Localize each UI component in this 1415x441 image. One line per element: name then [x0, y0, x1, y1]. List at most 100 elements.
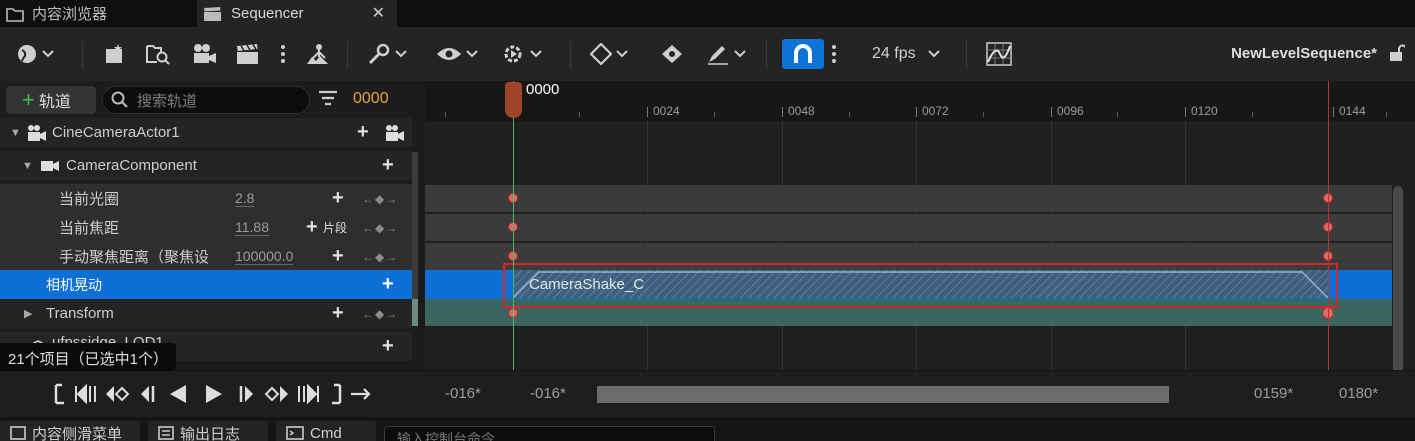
- lock-button[interactable]: [1389, 44, 1407, 65]
- section-label: 片段: [323, 221, 348, 235]
- add-key-button[interactable]: +: [332, 246, 344, 266]
- camera-component-icon: [41, 161, 59, 171]
- timeline-row-aperture[interactable]: [425, 185, 1392, 212]
- status-bar: 内容侧滑菜单 输出日志 Cmd 输入控制台命令: [0, 417, 1415, 441]
- track-row-manual-focus[interactable]: 手动聚焦距离（聚焦设 100000.0 + ←◆→: [0, 242, 412, 271]
- add-subtrack-button[interactable]: +: [357, 122, 369, 142]
- actors-button[interactable]: [304, 39, 334, 69]
- close-tab-icon[interactable]: ✕: [372, 3, 385, 23]
- working-end-field[interactable]: 0159*: [1254, 385, 1293, 402]
- track-area[interactable]: [425, 121, 1415, 370]
- timeline-vertical-scrollbar[interactable]: [1393, 186, 1403, 370]
- timeline-area[interactable]: 0024 0048 0072 0096 0120 0144 CameraShak…: [425, 81, 1415, 370]
- track-row-transform[interactable]: ▶ Transform + ←◆→: [0, 299, 412, 328]
- key-navigation-icons[interactable]: ←◆→: [362, 250, 398, 264]
- tools-menu-button[interactable]: [367, 39, 407, 69]
- play-reverse-icon[interactable]: [168, 383, 188, 405]
- key-options-button[interactable]: [590, 39, 628, 69]
- outliner-scrollbar-thumb[interactable]: [412, 299, 418, 326]
- playhead-handle[interactable]: [505, 82, 522, 118]
- ruler-tick: [1051, 107, 1052, 117]
- camera-button[interactable]: [192, 39, 218, 69]
- track-row-cameracomponent[interactable]: ▼ CameraComponent +: [0, 151, 412, 180]
- track-value[interactable]: 100000.0: [235, 249, 294, 265]
- view-end-field[interactable]: 0180*: [1339, 385, 1378, 402]
- playback-end-marker[interactable]: [1328, 81, 1329, 370]
- add-section-button[interactable]: +: [306, 217, 318, 237]
- working-start-field[interactable]: -016*: [530, 385, 566, 402]
- next-key-icon[interactable]: [264, 383, 290, 405]
- jump-to-end-icon[interactable]: [330, 383, 344, 405]
- save-button[interactable]: [104, 39, 126, 69]
- playhead-line[interactable]: [513, 81, 514, 370]
- track-row-cinecameraactor[interactable]: ▼ CineCameraActor1 +: [0, 118, 412, 147]
- track-value[interactable]: 2.8: [235, 191, 255, 207]
- render-movie-button[interactable]: [236, 39, 260, 69]
- snap-options-button[interactable]: [831, 39, 837, 69]
- ruler-label: 0120: [1191, 104, 1218, 118]
- jump-to-start-icon[interactable]: [54, 383, 68, 405]
- folder-icon: [6, 7, 24, 22]
- track-value[interactable]: 11.88: [235, 220, 269, 236]
- world-menu-button[interactable]: [16, 39, 54, 69]
- add-track-button[interactable]: + 轨道: [6, 86, 96, 114]
- add-shake-button[interactable]: +: [382, 274, 394, 294]
- search-tracks-input[interactable]: 搜索轨道: [102, 86, 310, 114]
- track-label: Transform: [46, 305, 114, 322]
- track-row-aperture[interactable]: 当前光圈 2.8 + ←◆→: [0, 184, 412, 213]
- tab-sequencer[interactable]: Sequencer ✕: [197, 0, 397, 27]
- previous-key-icon[interactable]: [104, 383, 130, 405]
- cmd-dropdown[interactable]: Cmd: [276, 421, 376, 441]
- track-row-camera-shake[interactable]: 相机晃动 +: [0, 270, 412, 299]
- curve-editor-button[interactable]: [986, 39, 1012, 69]
- key-navigation-icons[interactable]: ←◆→: [362, 192, 398, 206]
- expand-arrow-icon[interactable]: ▼: [10, 127, 21, 139]
- ruler-tick: [916, 107, 917, 117]
- view-options-button[interactable]: [436, 39, 478, 69]
- frame-rate-dropdown[interactable]: 24 fps: [872, 39, 940, 69]
- expand-arrow-icon[interactable]: ▶: [24, 307, 32, 320]
- unlock-icon: [1390, 44, 1407, 61]
- key-navigation-icons[interactable]: ←◆→: [362, 221, 398, 235]
- selection-count-tooltip: 21个项目（已选中1个）: [0, 343, 177, 371]
- find-asset-button[interactable]: [146, 39, 170, 69]
- track-outliner: + 轨道 搜索轨道 0000 ▼ CineCameraActor1 + ▼ Ca…: [0, 81, 425, 370]
- key-navigation-icons[interactable]: ←◆→: [362, 307, 398, 321]
- toolbar-divider: [82, 41, 83, 69]
- playback-options-button[interactable]: [502, 39, 542, 69]
- view-range-bar: -016* -016* 0159* 0180*: [425, 371, 1415, 417]
- ruler-tick: [782, 107, 783, 117]
- loop-mode-icon[interactable]: [350, 383, 372, 405]
- play-icon[interactable]: [204, 383, 224, 405]
- console-command-input[interactable]: 输入控制台命令: [384, 426, 715, 441]
- time-ruler[interactable]: 0024 0048 0072 0096 0120 0144: [425, 81, 1415, 121]
- plus-icon: +: [22, 87, 35, 112]
- step-forward-icon[interactable]: [238, 383, 256, 405]
- step-back-icon[interactable]: [138, 383, 156, 405]
- add-key-button[interactable]: +: [332, 303, 344, 323]
- output-log-icon: [158, 426, 174, 440]
- add-subtrack-button[interactable]: +: [382, 336, 394, 356]
- key-group-button[interactable]: [660, 39, 684, 69]
- filter-icon[interactable]: [318, 90, 338, 106]
- track-row-focal-length[interactable]: 当前焦距 11.88 + 片段 ←◆→: [0, 213, 412, 242]
- tab-content-browser[interactable]: 内容浏览器: [0, 0, 190, 27]
- previous-frame-icon[interactable]: [74, 383, 100, 405]
- ruler-tick: [1333, 107, 1334, 117]
- edit-mode-button[interactable]: [706, 39, 746, 69]
- actors-icon: [307, 44, 328, 64]
- output-log-button[interactable]: 输出日志: [148, 421, 268, 441]
- camera-cut-icon[interactable]: [384, 124, 406, 142]
- add-subtrack-button[interactable]: +: [382, 155, 394, 175]
- more-options-button[interactable]: [280, 39, 286, 69]
- horizontal-scrollbar-thumb[interactable]: [597, 386, 1169, 403]
- content-drawer-button[interactable]: 内容侧滑菜单: [0, 421, 140, 441]
- chevron-down-icon: [42, 50, 54, 58]
- expand-arrow-icon[interactable]: ▼: [22, 160, 33, 172]
- next-frame-icon[interactable]: [294, 383, 320, 405]
- timeline-row-focal-length[interactable]: [425, 214, 1392, 241]
- add-key-button[interactable]: +: [332, 188, 344, 208]
- snap-toggle[interactable]: [782, 39, 824, 69]
- track-label: 当前焦距: [59, 220, 120, 237]
- view-start-field[interactable]: -016*: [445, 385, 481, 402]
